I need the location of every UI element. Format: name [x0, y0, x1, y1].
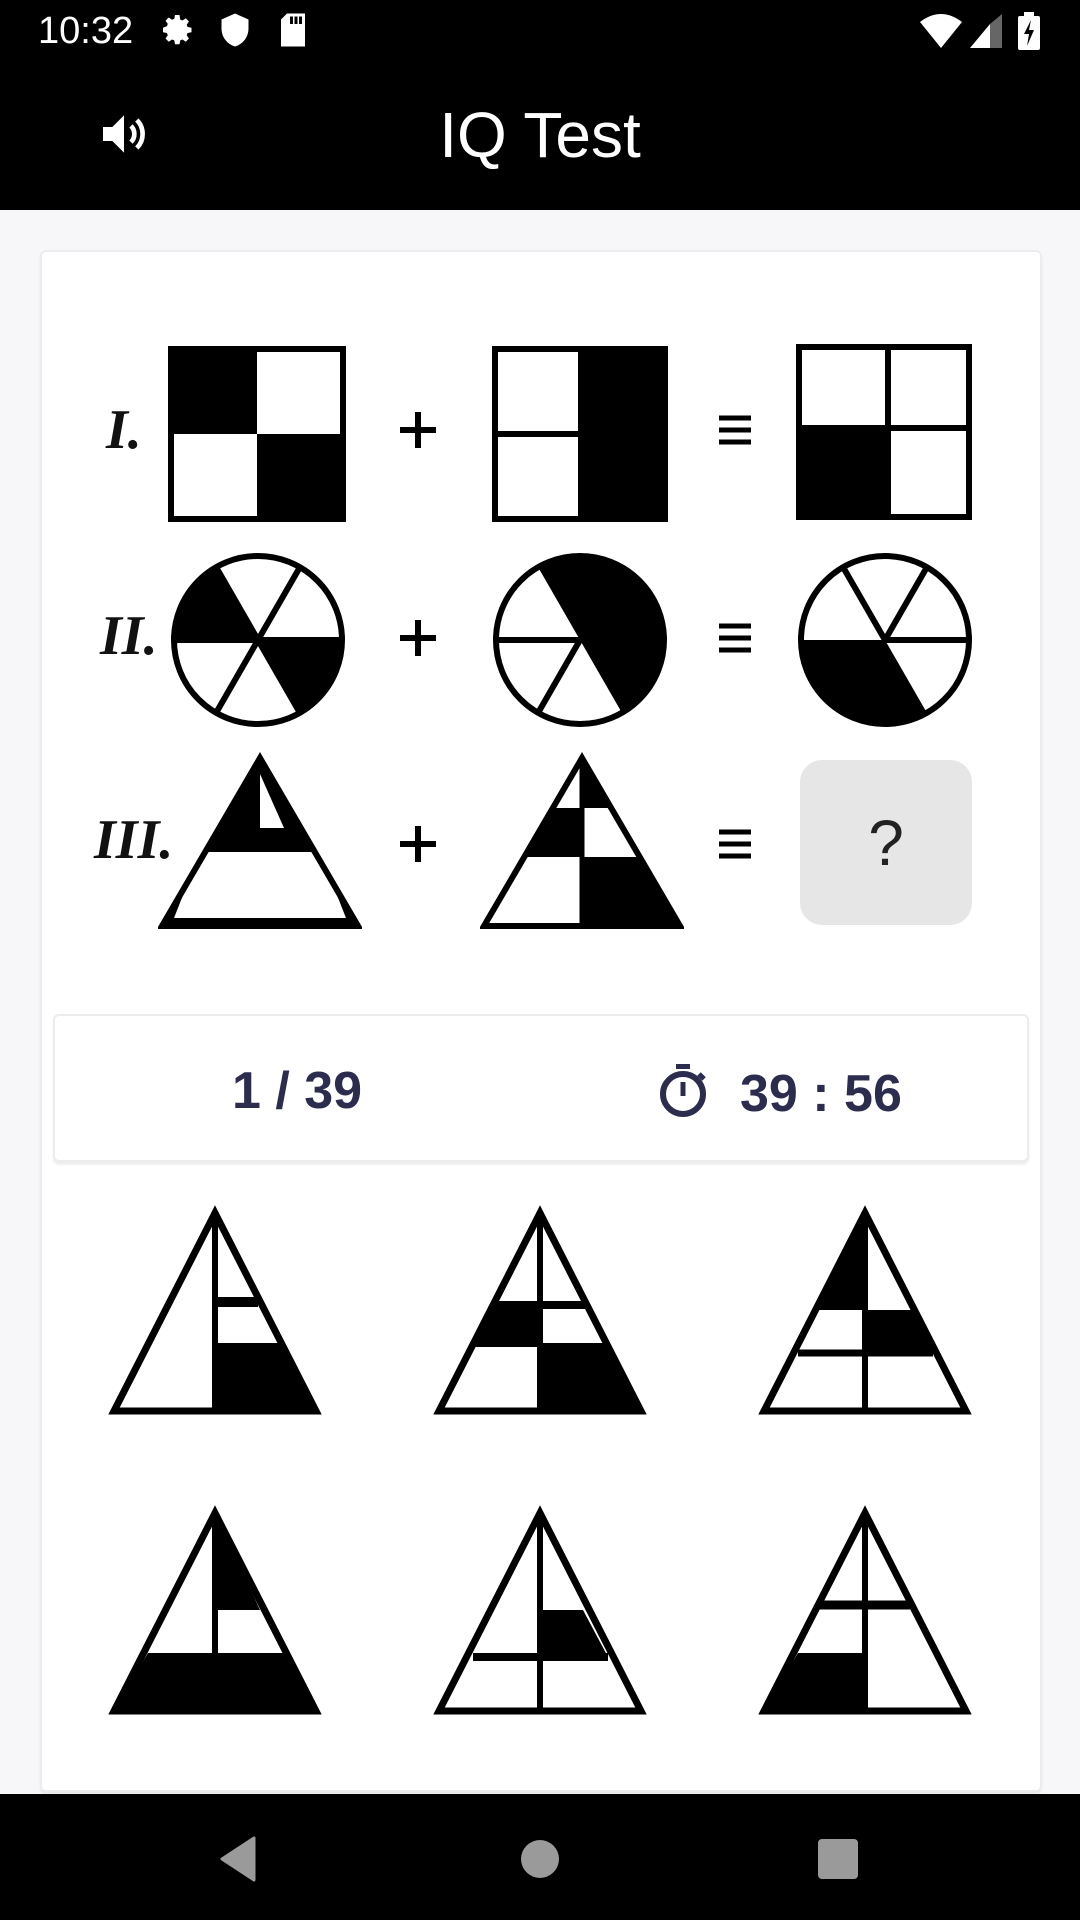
question-mark: ? — [868, 806, 904, 879]
system-nav-bar — [0, 1794, 1080, 1920]
question-counter: 1 / 39 — [232, 1062, 363, 1120]
back-icon — [214, 1834, 264, 1884]
recents-icon — [813, 1834, 863, 1884]
equivalent-icon — [719, 415, 751, 445]
answer-option-6[interactable] — [740, 1505, 990, 1725]
answer-option-5[interactable] — [415, 1505, 665, 1725]
answer-option-1[interactable] — [90, 1205, 340, 1425]
home-button[interactable] — [515, 1834, 565, 1884]
plus-icon — [400, 412, 436, 448]
row2-figure-b — [493, 553, 667, 727]
row1-figure-result — [796, 344, 972, 520]
row3-figure-a — [158, 752, 362, 929]
unknown-answer-box: ? — [800, 760, 972, 925]
stopwatch-icon — [657, 1062, 709, 1118]
plus-icon — [400, 620, 436, 656]
home-icon — [515, 1834, 565, 1884]
countdown-timer: 39 : 56 — [740, 1065, 902, 1123]
recents-button[interactable] — [813, 1834, 863, 1884]
plus-icon — [400, 826, 436, 862]
row3-figure-b — [480, 752, 684, 929]
row2-figure-a — [171, 553, 345, 727]
row-label-1: I. — [106, 399, 142, 461]
equivalent-icon — [719, 623, 751, 653]
answer-option-3[interactable] — [740, 1205, 990, 1425]
question-figure: I. II. III. ? — [0, 0, 1080, 1000]
answer-option-4[interactable] — [90, 1505, 340, 1725]
equivalent-icon — [719, 829, 751, 859]
row1-figure-b — [492, 346, 668, 522]
row2-figure-result — [798, 553, 972, 727]
answer-option-2[interactable] — [415, 1205, 665, 1425]
back-button[interactable] — [214, 1834, 264, 1884]
row-label-2: II. — [100, 605, 158, 667]
row1-figure-a — [168, 346, 346, 522]
